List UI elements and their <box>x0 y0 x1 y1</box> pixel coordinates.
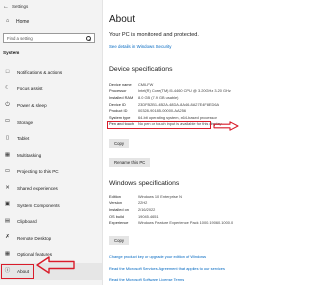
sidebar-item-projecting[interactable]: ▭ Projecting to this PC <box>0 164 102 181</box>
spec-row-os-build: OS build 19045.4651 <box>109 213 280 220</box>
spec-key: Device ID <box>109 101 126 107</box>
spec-row-processor: Processor Intel(R) Core(TM) i5-4460 CPU … <box>109 88 280 95</box>
spec-key: Installed on <box>109 206 129 212</box>
tablet-icon: ▯ <box>5 134 10 141</box>
search-input[interactable] <box>7 34 85 42</box>
sidebar-item-tablet[interactable]: ▯ Tablet <box>0 130 102 147</box>
sidebar-item-power-sleep[interactable]: ⏻ Power & sleep <box>0 97 102 114</box>
sidebar-item-clipboard[interactable]: ▤ Clipboard <box>0 213 102 230</box>
sidebar-item-system-components[interactable]: ▣ System Components <box>0 197 102 214</box>
spec-key: Product ID <box>109 108 128 114</box>
annotation-highlight-about <box>1 264 34 280</box>
windows-specs-table: Edition Windows 10 Enterprise N Version … <box>109 193 280 226</box>
rename-pc-button[interactable]: Rename this PC <box>109 158 151 167</box>
window-title: Settings <box>12 4 29 9</box>
sidebar-item-label: System Components <box>17 202 60 208</box>
spec-value: 2/16/2022 <box>138 206 156 212</box>
spec-row-edition: Edition Windows 10 Enterprise N <box>109 193 280 200</box>
annotation-arrow-left-icon <box>36 256 75 274</box>
spec-value: 23DFB2B1-4B2A-48DA-8A46-8A27E4F8ED6A <box>138 101 220 107</box>
spec-key: Device name <box>109 81 132 87</box>
sidebar-item-label: Shared experiences <box>17 185 58 191</box>
settings-search-box[interactable] <box>3 33 95 43</box>
optional-features-icon: ▦ <box>4 251 11 258</box>
sidebar-item-label: Clipboard <box>17 219 37 225</box>
spec-row-version: Version 22H2 <box>109 200 280 207</box>
device-specs-table: Device name CMILFW Processor Intel(R) Co… <box>107 81 280 131</box>
sidebar-item-label: Notifications & actions <box>17 69 63 75</box>
spec-value: Windows 10 Enterprise N <box>138 193 182 199</box>
system-nav-list: □ Notifications & actions ☾ Focus assist… <box>0 64 102 280</box>
copy-device-specs-button[interactable]: Copy <box>109 139 130 148</box>
settings-sidebar: ← Settings ⌂ Home System □ Notifications… <box>0 0 103 285</box>
section-label-system: System <box>3 50 20 55</box>
spec-value: 00328-90185-00000-AA256 <box>138 108 187 114</box>
spec-value: 64-bit operating system, x64-based proce… <box>138 114 217 120</box>
spec-value: Windows Feature Experience Pack 1000.190… <box>138 220 234 226</box>
spec-value: CMILFW <box>138 81 154 87</box>
projecting-icon: ▭ <box>4 168 11 175</box>
spec-row-system-type: System type 64-bit operating system, x64… <box>109 114 280 121</box>
sidebar-item-label: Multitasking <box>17 152 42 158</box>
spec-key: Version <box>109 200 122 206</box>
storage-icon: ▭ <box>4 118 11 125</box>
change-product-key-link[interactable]: Change product key or upgrade your editi… <box>109 254 206 259</box>
copy-windows-specs-button[interactable]: Copy <box>109 236 130 245</box>
protection-status: Your PC is monitored and protected. <box>109 32 199 38</box>
home-icon: ⌂ <box>5 18 10 25</box>
sidebar-item-label: Remote Desktop <box>17 235 52 241</box>
notifications-icon: □ <box>5 68 10 75</box>
clipboard-icon: ▤ <box>4 217 11 224</box>
sidebar-item-label: Storage <box>17 119 34 125</box>
back-arrow-icon[interactable]: ← <box>3 4 9 10</box>
sidebar-item-focus-assist[interactable]: ☾ Focus assist <box>0 81 102 98</box>
spec-row-installed-on: Installed on 2/16/2022 <box>109 206 280 213</box>
spec-row-device-name: Device name CMILFW <box>109 81 280 88</box>
spec-row-installed-ram: Installed RAM 8.0 GB (7.9 GB usable) <box>109 94 280 101</box>
multitasking-icon: ▦ <box>4 151 11 158</box>
spec-key: Experience <box>109 220 129 226</box>
spec-value: 22H2 <box>138 200 148 206</box>
title-bar: ← Settings <box>3 2 28 11</box>
shared-experiences-icon: ✕ <box>5 184 10 191</box>
windows-security-link[interactable]: See details in Windows Security <box>109 44 171 49</box>
spec-value: Intel(R) Core(TM) i5-4460 CPU @ 3.20GHz … <box>138 88 231 94</box>
sidebar-item-notifications[interactable]: □ Notifications & actions <box>0 64 102 81</box>
sidebar-item-label: Power & sleep <box>17 102 47 108</box>
spec-key: OS build <box>109 213 124 219</box>
spec-row-product-id: Product ID 00328-90185-00000-AA256 <box>109 107 280 114</box>
spec-value: 8.0 GB (7.9 GB usable) <box>138 94 179 100</box>
spec-key: Processor <box>109 88 127 94</box>
spec-row-experience: Experience Windows Feature Experience Pa… <box>109 219 280 226</box>
remote-desktop-icon: ✗ <box>5 234 10 241</box>
power-icon: ⏻ <box>5 101 10 108</box>
spec-value: 19045.4651 <box>138 213 159 219</box>
sidebar-item-label: Focus assist <box>17 86 43 92</box>
license-terms-link[interactable]: Read the Microsoft Software License Term… <box>109 277 184 282</box>
sidebar-item-shared-experiences[interactable]: ✕ Shared experiences <box>0 180 102 197</box>
services-agreement-link[interactable]: Read the Microsoft Services Agreement th… <box>109 266 225 271</box>
home-label: Home <box>16 19 30 25</box>
device-specs-heading: Device specifications <box>109 66 173 73</box>
sidebar-item-label: Projecting to this PC <box>17 169 59 175</box>
system-components-icon: ▣ <box>4 201 11 208</box>
focus-assist-icon: ☾ <box>5 85 10 92</box>
spec-row-device-id: Device ID 23DFB2B1-4B2A-48DA-8A46-8A27E4… <box>109 101 280 108</box>
page-title: About <box>109 14 136 25</box>
sidebar-item-storage[interactable]: ▭ Storage <box>0 114 102 131</box>
spec-key: Edition <box>109 193 121 199</box>
windows-specs-heading: Windows specifications <box>109 180 180 187</box>
annotation-highlight-system-type <box>107 121 211 129</box>
search-icon[interactable] <box>86 35 91 41</box>
spec-key: Installed RAM <box>109 94 134 100</box>
annotation-arrow-right-icon <box>213 120 239 131</box>
sidebar-item-remote-desktop[interactable]: ✗ Remote Desktop <box>0 230 102 247</box>
spec-key: System type <box>109 114 131 120</box>
home-nav-item[interactable]: ⌂ Home <box>4 17 30 27</box>
sidebar-item-label: Tablet <box>17 136 30 142</box>
sidebar-item-multitasking[interactable]: ▦ Multitasking <box>0 147 102 164</box>
